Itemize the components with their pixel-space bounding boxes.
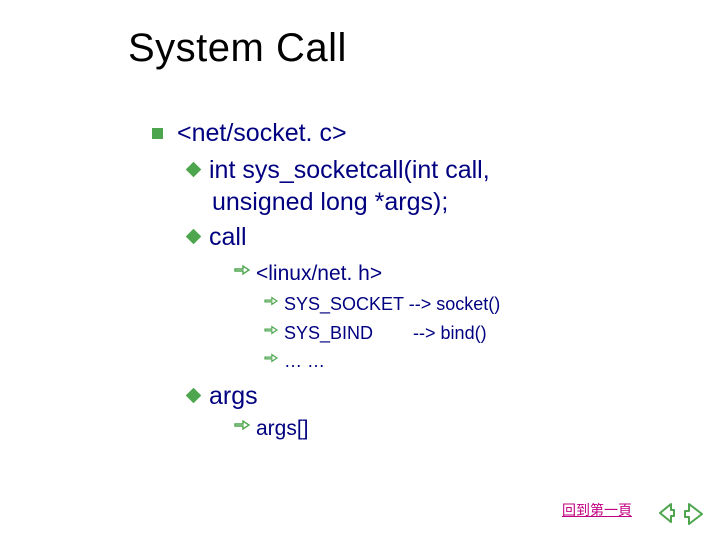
diamond-bullet-icon: [186, 387, 202, 403]
text-header: <linux/net. h>: [256, 261, 382, 287]
text-signature-line2: unsigned long *args);: [152, 187, 672, 218]
text-args-arr: args[]: [256, 416, 309, 442]
text-call: call: [209, 222, 247, 253]
text-signature: int sys_socketcall(int call,: [209, 155, 490, 186]
pointing-hand-icon: [234, 418, 250, 432]
pointing-hand-icon: [264, 295, 278, 307]
nav-arrows: [654, 500, 708, 528]
pointing-hand-icon: [264, 352, 278, 364]
sig-prefix: int: [209, 156, 235, 184]
text-map2: SYS_BIND --> bind(): [284, 322, 487, 345]
square-bullet-icon: [152, 128, 163, 139]
sig-rest: sys_socketcall(int call,: [235, 156, 489, 184]
text-map1: SYS_SOCKET --> socket(): [284, 293, 500, 316]
text-args: args: [209, 381, 258, 412]
slide-title: System Call: [128, 26, 347, 71]
slide: System Call <net/socket. c> int sys_sock…: [0, 0, 720, 540]
pointing-hand-icon: [234, 263, 250, 277]
slide-body: <net/socket. c> int sys_socketcall(int c…: [152, 118, 672, 442]
bullet-args: args: [152, 381, 672, 412]
diamond-bullet-icon: [186, 228, 202, 244]
back-to-first-link[interactable]: 回到第一頁: [562, 500, 632, 520]
text-file: <net/socket. c>: [177, 118, 347, 149]
bullet-map1: SYS_SOCKET --> socket(): [152, 293, 672, 316]
bullet-call: call: [152, 222, 672, 253]
text-map3: … …: [284, 350, 325, 373]
bullet-map3: … …: [152, 350, 672, 373]
diamond-bullet-icon: [186, 162, 202, 178]
next-arrow-icon[interactable]: [680, 500, 708, 528]
bullet-signature: int sys_socketcall(int call,: [152, 155, 672, 186]
bullet-header: <linux/net. h>: [152, 261, 672, 287]
bullet-map2: SYS_BIND --> bind(): [152, 322, 672, 345]
bullet-file: <net/socket. c>: [152, 118, 672, 149]
pointing-hand-icon: [264, 324, 278, 336]
bullet-args-arr: args[]: [152, 416, 672, 442]
prev-arrow-icon[interactable]: [654, 500, 680, 528]
